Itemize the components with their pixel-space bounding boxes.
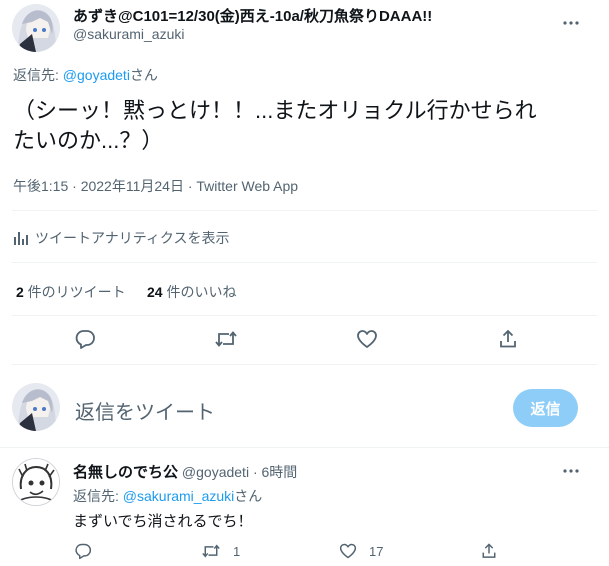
likes-count: 24 bbox=[147, 284, 163, 300]
reply-reply-icon[interactable] bbox=[74, 542, 92, 560]
like-icon[interactable] bbox=[356, 328, 378, 350]
retweets-count: 2 bbox=[16, 284, 24, 300]
reply-more-icon[interactable] bbox=[562, 462, 580, 480]
likes-label: 件のいいね bbox=[162, 284, 237, 300]
reply-to-link[interactable]: @goyadeti bbox=[63, 67, 130, 83]
tweet-text: （シーッ！黙っとけ！！...またオリョクル行かせられ たいのか...？） bbox=[13, 96, 537, 156]
reply-retweet-button[interactable]: 1 bbox=[201, 542, 240, 560]
analytics-icon bbox=[13, 230, 29, 246]
reply-author-handle[interactable]: @goyadeti bbox=[182, 464, 249, 480]
reply-retweet-icon bbox=[201, 542, 221, 560]
retweets-label: 件のリツイート bbox=[23, 284, 126, 300]
retweets-stat[interactable]: 2 件のリツイート bbox=[16, 282, 126, 302]
tweet-text-line-2: たいのか...？） bbox=[13, 128, 164, 153]
share-icon[interactable] bbox=[497, 328, 519, 350]
reply-author-name[interactable]: 名無しのでち公 bbox=[73, 464, 178, 481]
likes-stat[interactable]: 24 件のいいね bbox=[147, 282, 236, 302]
reply-author-avatar[interactable] bbox=[12, 458, 60, 506]
author-handle[interactable]: @sakurami_azuki bbox=[73, 26, 184, 42]
reply-time[interactable]: · 6時間 bbox=[249, 464, 297, 480]
reply-to-prefix: 返信先: bbox=[13, 67, 63, 83]
tweet-timestamp[interactable]: 午後1:15 · 2022年11月24日 · Twitter Web App bbox=[13, 176, 298, 196]
reply-to-suffix: さん bbox=[129, 67, 158, 83]
author-avatar[interactable] bbox=[12, 4, 60, 52]
author-name[interactable]: あずき@C101=12/30(金)西え-10a/秋刀魚祭りDAAA!! bbox=[73, 5, 432, 26]
reply-reply-to-prefix: 返信先: bbox=[73, 488, 123, 504]
reply-reply-to-link[interactable]: @sakurami_azuki bbox=[123, 488, 234, 504]
reply-icon[interactable] bbox=[74, 328, 96, 350]
reply-to-line: 返信先: @goyadetiさん bbox=[13, 65, 158, 85]
reply-reply-to-line: 返信先: @sakurami_azukiさん bbox=[73, 486, 262, 506]
analytics-link[interactable]: ツイートアナリティクスを表示 bbox=[13, 228, 229, 248]
reply-composer-input[interactable]: 返信をツイート bbox=[75, 396, 215, 425]
retweet-icon[interactable] bbox=[214, 328, 238, 350]
reply-share-icon[interactable] bbox=[480, 542, 498, 560]
more-icon[interactable] bbox=[562, 14, 580, 32]
reply-like-button[interactable]: 17 bbox=[339, 542, 383, 560]
reply-text: まずいでち消されるでち！ bbox=[73, 513, 253, 530]
reply-like-icon bbox=[339, 542, 357, 560]
tweet-text-line-1: （シーッ！黙っとけ！！...またオリョクル行かせられ bbox=[13, 98, 537, 123]
reply-header: 名無しのでち公 @goyadeti · 6時間 bbox=[73, 461, 297, 482]
reply-submit-button[interactable]: 返信 bbox=[513, 389, 578, 427]
reply-retweet-count: 1 bbox=[233, 543, 241, 559]
reply-like-count: 17 bbox=[369, 543, 384, 559]
reply-reply-to-suffix: さん bbox=[234, 488, 263, 504]
analytics-label: ツイートアナリティクスを表示 bbox=[35, 230, 230, 246]
composer-avatar[interactable] bbox=[12, 383, 60, 431]
